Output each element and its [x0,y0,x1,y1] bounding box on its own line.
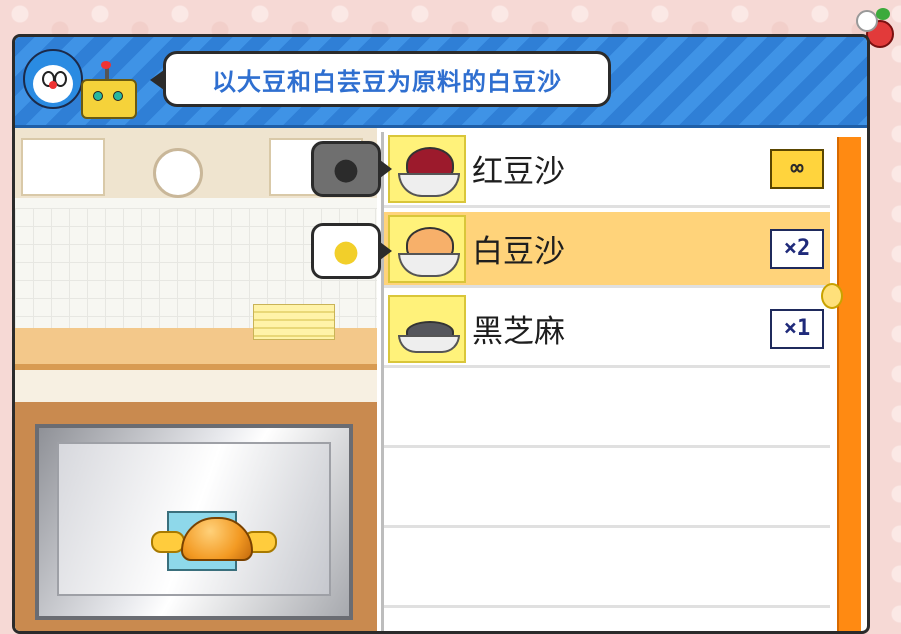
filling-list: 红豆沙 ∞ 白豆沙 ×2 黑芝麻 ×1 [381,132,830,631]
list-item-white-bean[interactable]: 白豆沙 ×2 [384,212,830,288]
lightbulb-icon: ● [332,233,360,269]
item-name: 白豆沙 [472,234,565,270]
scroll-thumb[interactable] [821,283,843,309]
scrollbar[interactable] [837,137,861,631]
item-name: 黑芝麻 [472,314,565,350]
list-item-red-bean[interactable]: 红豆沙 ∞ [384,132,830,208]
list-item-empty [384,532,830,608]
doraemon-icon [23,49,83,109]
black-sesame-paste-icon [388,294,466,363]
item-quantity: ×1 [770,308,824,349]
item-name: 红豆沙 [472,154,565,190]
description-text: 以大豆和白芸豆为原料的白豆沙 [212,67,562,96]
item-quantity: ∞ [770,148,824,189]
lightbulb-icon: ● [332,151,360,187]
white-bean-paste-icon [388,214,466,283]
item-quantity: ×2 [770,228,824,269]
left-hand-icon [151,531,185,553]
red-bean-paste-icon [388,134,466,203]
list-item-empty [384,452,830,528]
list-item-empty [384,372,830,448]
hint-lightbulb-off[interactable]: ● [311,141,392,197]
paper-stack [253,304,335,340]
description-bubble: 以大豆和白芸豆为原料的白豆沙 [150,51,611,107]
list-item-black-sesame[interactable]: 黑芝麻 ×1 [384,292,830,368]
game-window: 以大豆和白芸豆为原料的白豆沙 ● ● 红豆沙 ∞ 白豆沙 ×2 黑芝麻 ×1 [12,34,870,634]
clock-icon [153,148,203,198]
cabinet [21,138,105,196]
hint-lightbulb-on[interactable]: ● [311,223,392,279]
robot-helper-icon [81,61,137,119]
header-banner: 以大豆和白芸豆为原料的白豆沙 [15,37,867,128]
